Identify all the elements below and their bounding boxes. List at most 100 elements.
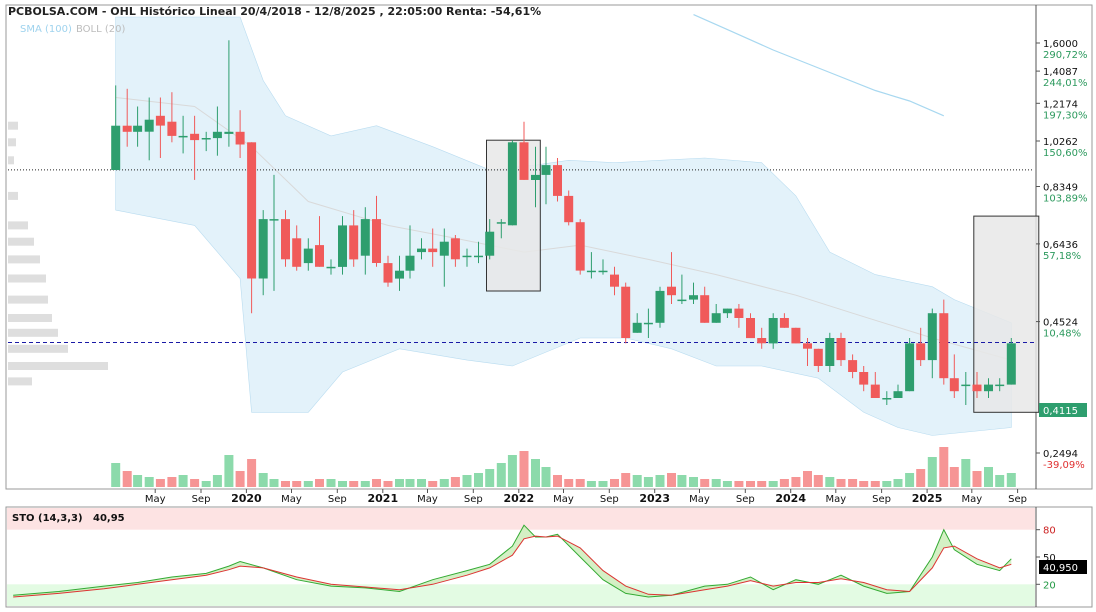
candle-body [496, 222, 506, 224]
volume-bar [984, 467, 993, 487]
volume-bar [338, 481, 347, 487]
candle-body [450, 238, 460, 260]
volume-bar [949, 467, 959, 487]
volume-bar [575, 479, 585, 487]
candle-body [531, 174, 540, 180]
candle-body [949, 378, 959, 392]
candle-body [905, 343, 915, 392]
candle [507, 140, 517, 226]
y-tick-percent: 57,18% [1043, 251, 1081, 262]
x-tick-label: Sep [328, 494, 347, 505]
chart-title: PCBOLSA.COM - OHL Histórico Lineal 20/4/… [8, 5, 541, 18]
volume-bar [722, 481, 732, 487]
y-tick-label: 0,6436 [1043, 240, 1078, 251]
candle-body [677, 299, 687, 302]
volume-bar [972, 471, 982, 487]
candle-body [474, 255, 483, 258]
candle-body [700, 295, 710, 323]
volume-bar [122, 471, 132, 487]
volume-bar [360, 481, 370, 487]
volume-bar [586, 481, 596, 487]
candle [905, 338, 915, 392]
candle-body [292, 238, 302, 267]
volume-bar [836, 479, 846, 487]
candle-body [757, 338, 767, 344]
candle-body [746, 318, 755, 339]
volume-bar [768, 481, 778, 487]
volume-bar [212, 475, 222, 487]
volume-profile-bar [8, 377, 32, 386]
candle [791, 327, 801, 344]
candle-body [575, 222, 585, 271]
volume-bar [485, 469, 495, 487]
volume-bar [813, 475, 823, 487]
y-tick-label: 0,8349 [1043, 183, 1078, 194]
candle-body [984, 384, 993, 392]
volume-bar [610, 479, 619, 487]
volume-bar [803, 471, 812, 487]
volume-bar [303, 481, 313, 487]
volume-bar [916, 469, 926, 487]
candle-body [326, 266, 336, 269]
x-tick-label: Sep [872, 494, 891, 505]
candle-body [848, 360, 858, 372]
last-price-badge: 0,4115 [1039, 403, 1087, 417]
volume-bar [882, 481, 892, 487]
candle-body [144, 119, 154, 132]
candle-body [586, 270, 596, 273]
volume-bar [632, 475, 642, 487]
candle-body [372, 219, 381, 263]
volume-bar [383, 481, 393, 487]
volume-profile-bar [8, 138, 16, 147]
volume-bar [655, 475, 665, 487]
y-tick-label: 1,0262 [1043, 137, 1078, 148]
candle-body [405, 255, 415, 271]
candle-body [803, 343, 812, 349]
volume-bar [870, 481, 880, 487]
volume-bar [190, 479, 200, 487]
sto-tick-label: 20 [1043, 580, 1056, 591]
volume-bar [178, 475, 188, 487]
highlight-box [973, 215, 1040, 413]
volume-bar [201, 481, 211, 487]
volume-bar [417, 479, 426, 487]
candle-body [224, 131, 234, 134]
candle-body [734, 308, 744, 318]
candle-body [178, 135, 188, 138]
candle-body [303, 248, 313, 264]
volume-bar [281, 481, 290, 487]
volume-bar [349, 481, 359, 487]
volume-bar [643, 477, 653, 487]
candle-body [167, 121, 177, 136]
candle-body [462, 255, 472, 258]
last-price-label: 0,4115 [1043, 406, 1078, 417]
candle-body [111, 125, 121, 170]
volume-profile-bar [8, 362, 108, 370]
volume-bar [1006, 473, 1016, 487]
volume-bar [519, 451, 529, 487]
x-tick-label: May [825, 494, 846, 505]
volume-bar [848, 479, 858, 487]
x-tick-label: Sep [736, 494, 755, 505]
y-tick-percent: 150,60% [1043, 148, 1088, 159]
x-tick-label: May [961, 494, 982, 505]
candle-body [859, 372, 869, 385]
volume-bar [395, 479, 404, 487]
candle-body [338, 225, 347, 267]
candle-body [258, 219, 268, 279]
candle-body [598, 270, 608, 273]
sto-last-badge: 40,950 [1039, 560, 1087, 574]
y-tick-label: 1,6000 [1043, 39, 1078, 50]
legend-boll: BOLL (20) [76, 24, 126, 35]
volume-bar [247, 459, 257, 487]
y-tick-percent: 244,01% [1043, 78, 1088, 89]
candle [655, 286, 665, 328]
candle-body [972, 384, 982, 392]
candle-body [349, 225, 359, 260]
candle-body [553, 165, 562, 196]
volume-bar [155, 479, 165, 487]
candle-body [201, 138, 211, 140]
candle [575, 219, 585, 275]
volume-bar [553, 475, 562, 487]
y-tick-percent: -39,09% [1043, 460, 1085, 471]
